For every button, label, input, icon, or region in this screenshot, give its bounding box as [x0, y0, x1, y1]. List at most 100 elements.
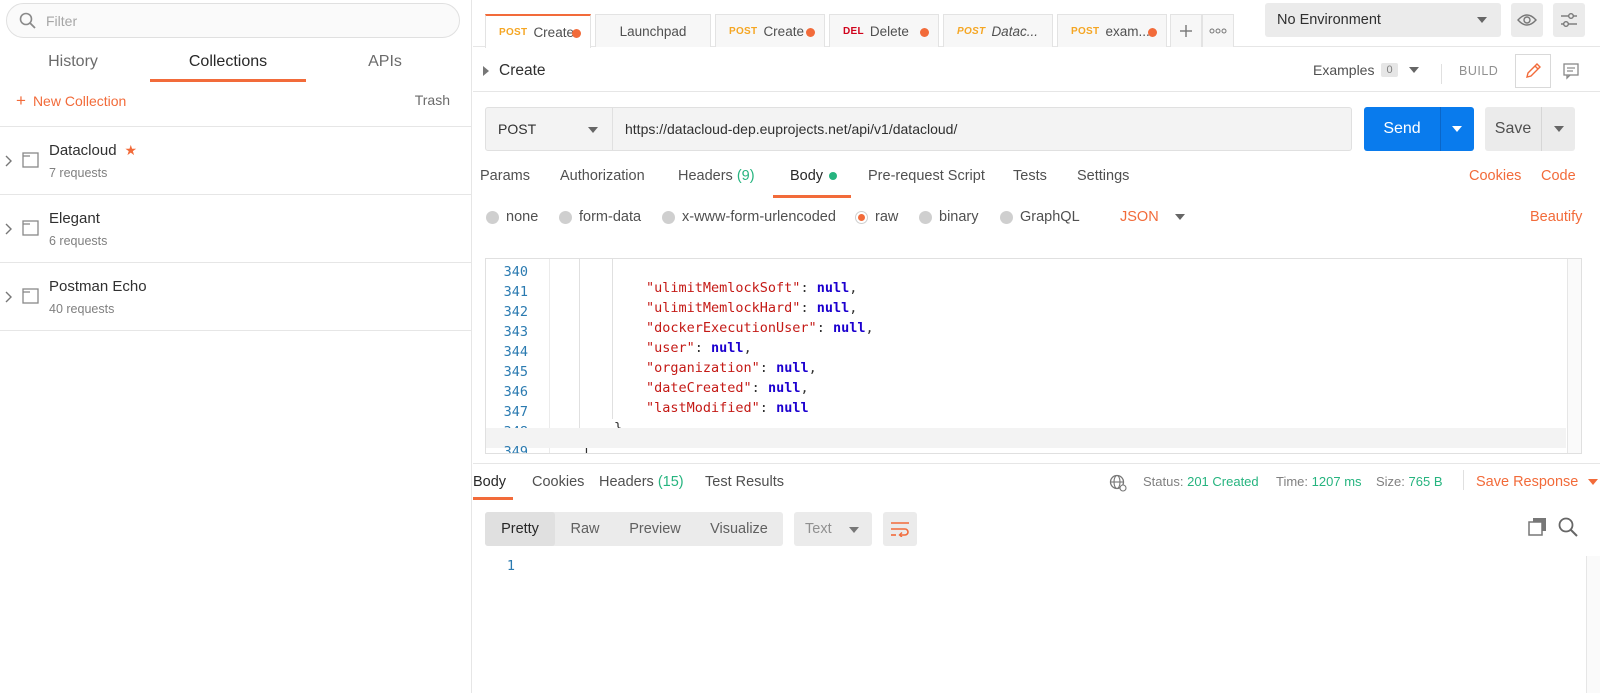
request-tab[interactable]: Launchpad — [595, 14, 711, 47]
response-body-viewer[interactable]: 1 — [473, 556, 1600, 693]
radio-circle — [919, 210, 932, 224]
chevron-down-icon — [588, 127, 598, 133]
save-button[interactable]: Save — [1485, 107, 1575, 151]
wrap-lines-button[interactable] — [883, 512, 917, 546]
comment-icon — [1563, 63, 1579, 80]
filter-box[interactable] — [6, 3, 460, 38]
radio-binary[interactable]: binary — [919, 209, 979, 225]
chevron-down-icon — [1588, 479, 1599, 485]
response-tab-headers[interactable]: Headers (15) — [599, 474, 684, 500]
save-response-button[interactable]: Save Response — [1476, 474, 1599, 490]
status-label: Status: — [1143, 474, 1184, 489]
environment-select[interactable]: No Environment — [1265, 3, 1501, 37]
tab-label: Datac... — [991, 23, 1038, 39]
tab-settings[interactable]: Settings — [1077, 168, 1129, 198]
request-title[interactable]: Create — [483, 62, 546, 80]
request-config-tabs: Params Authorization Headers (9) Body Pr… — [473, 168, 1600, 198]
view-pretty[interactable]: Pretty — [485, 512, 555, 546]
beautify-link[interactable]: Beautify — [1530, 209, 1582, 225]
radio-none[interactable]: none — [486, 209, 538, 225]
collection-item[interactable]: Postman Echo 40 requests — [0, 263, 471, 331]
new-tab-button[interactable] — [1170, 14, 1202, 47]
tab-apis[interactable]: APIs — [340, 46, 430, 82]
copy-icon[interactable] — [1527, 516, 1549, 538]
request-tab[interactable]: POST Create — [485, 14, 591, 48]
collection-count: 7 requests — [49, 166, 108, 180]
line-number: 1 — [506, 558, 515, 574]
code-link[interactable]: Code — [1541, 168, 1576, 184]
plus-icon — [1180, 25, 1192, 37]
collection-folder-icon — [22, 288, 39, 304]
response-tab-test-results[interactable]: Test Results — [705, 474, 784, 500]
view-preview[interactable]: Preview — [615, 512, 695, 546]
radio-urlencoded[interactable]: x-www-form-urlencoded — [662, 209, 836, 225]
tab-label: exam... — [1105, 23, 1150, 39]
request-tab[interactable]: DEL Delete — [829, 14, 939, 47]
examples-dropdown[interactable]: Examples 0 — [1313, 62, 1419, 78]
view-raw[interactable]: Raw — [555, 512, 615, 546]
collection-list: Datacloud ★ 7 requests Elegant 6 requests… — [0, 126, 471, 331]
code-line: 343 "user": null, — [486, 308, 1566, 356]
tab-tests[interactable]: Tests — [1013, 168, 1047, 198]
new-collection-button[interactable]: + New Collection — [16, 92, 126, 109]
format-label: Text — [805, 521, 832, 537]
environment-label: No Environment — [1277, 12, 1381, 28]
response-scrollbar[interactable] — [1586, 556, 1600, 693]
size-label: Size: — [1376, 474, 1405, 489]
star-icon[interactable]: ★ — [125, 142, 138, 158]
globe-icon[interactable] — [1109, 474, 1127, 492]
radio-label: x-www-form-urlencoded — [682, 209, 836, 225]
response-tab-body[interactable]: Body — [473, 474, 513, 500]
editor-scrollbar[interactable] — [1567, 259, 1581, 453]
request-tab[interactable]: POST exam... — [1057, 14, 1167, 47]
radio-raw[interactable]: raw — [855, 209, 898, 225]
body-label: Body — [790, 168, 824, 184]
body-code-editor[interactable]: 340 "ulimitMemlockSoft": null, 341 "ulim… — [485, 258, 1582, 454]
save-options-caret-icon[interactable] — [1554, 126, 1564, 132]
body-format-select[interactable]: JSON — [1120, 209, 1185, 225]
trash-button[interactable]: Trash — [415, 92, 450, 108]
more-tabs-button[interactable] — [1202, 14, 1234, 47]
response-format-select[interactable]: Text — [794, 512, 872, 546]
cookies-link[interactable]: Cookies — [1469, 168, 1521, 184]
method-select[interactable]: POST — [485, 107, 613, 151]
url-bar: POST Send Save — [473, 105, 1600, 151]
response-tab-cookies[interactable]: Cookies — [532, 474, 584, 500]
request-tab[interactable]: POST Datac... — [943, 14, 1053, 47]
tab-headers[interactable]: Headers (9) — [678, 168, 755, 198]
send-button[interactable]: Send — [1364, 107, 1474, 151]
wrap-lines-icon — [891, 522, 909, 537]
search-icon[interactable] — [1557, 516, 1579, 538]
tab-prerequest-script[interactable]: Pre-request Script — [868, 168, 985, 198]
radio-circle — [559, 210, 572, 224]
tab-history[interactable]: History — [18, 46, 128, 82]
code-line: 347 } — [486, 388, 1566, 436]
edit-mode-button[interactable] — [1515, 54, 1551, 88]
collection-item[interactable]: Datacloud ★ 7 requests — [0, 127, 471, 195]
url-input[interactable] — [613, 107, 1352, 151]
tab-collections[interactable]: Collections — [150, 46, 306, 82]
code-line: 345 "dateCreated": null, — [486, 348, 1566, 396]
tab-body[interactable]: Body — [773, 168, 851, 198]
request-tab[interactable]: POST Create — [715, 14, 825, 47]
tab-authorization[interactable]: Authorization — [560, 168, 645, 198]
code-line: 346 "lastModified": null — [486, 368, 1566, 416]
collection-folder-icon — [22, 220, 39, 236]
radio-form-data[interactable]: form-data — [559, 209, 641, 225]
radio-graphql[interactable]: GraphQL — [1000, 209, 1080, 225]
chevron-right-icon[interactable] — [4, 291, 12, 303]
manage-environments-button[interactable] — [1553, 3, 1585, 37]
chevron-right-icon[interactable] — [4, 155, 12, 167]
filter-input[interactable] — [46, 12, 426, 29]
environment-quick-look-button[interactable] — [1511, 3, 1543, 37]
radio-label: GraphQL — [1020, 209, 1080, 225]
response-time: Time: 1207 ms — [1276, 474, 1362, 489]
collection-item[interactable]: Elegant 6 requests — [0, 195, 471, 263]
send-options-caret-icon[interactable] — [1452, 126, 1462, 132]
tab-params[interactable]: Params — [480, 168, 530, 198]
view-visualize[interactable]: Visualize — [695, 512, 783, 546]
comments-button[interactable] — [1553, 54, 1589, 88]
divider — [1463, 470, 1464, 490]
chevron-right-icon[interactable] — [4, 223, 12, 235]
radio-label: binary — [939, 209, 979, 225]
